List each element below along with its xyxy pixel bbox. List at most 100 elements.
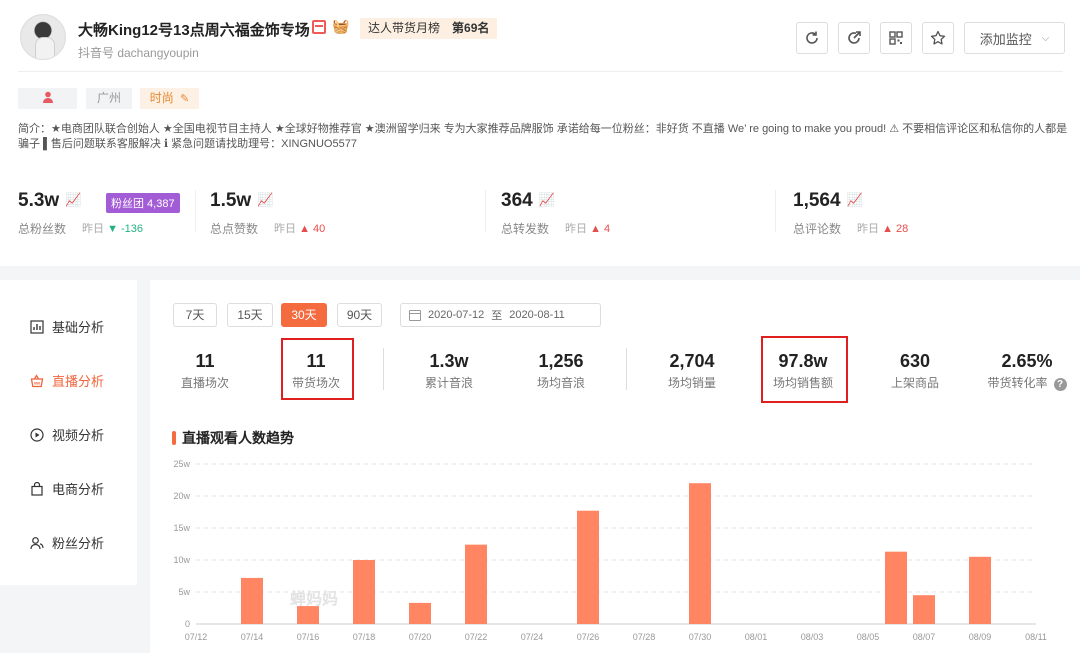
date-range-picker[interactable]: 2020-07-12 至 2020-08-11	[400, 303, 601, 327]
metric-value: 630	[899, 351, 931, 371]
chart-title-text: 直播观看人数趋势	[182, 430, 294, 446]
bar-chart-icon	[30, 319, 44, 334]
range-90d-button[interactable]: 90天	[337, 303, 382, 327]
metric-value: 11	[195, 351, 215, 371]
y-tick-label: 25w	[173, 459, 190, 469]
metric-label: 累计音浪	[424, 376, 473, 390]
live-analysis-panel: 7天 15天 30天 90天 2020-07-12 至 2020-08-11 1…	[150, 280, 1080, 653]
x-tick-label: 08/03	[801, 632, 824, 642]
x-tick-label: 08/09	[969, 632, 992, 642]
trend-chart-icon[interactable]: 📈	[539, 192, 555, 208]
metric-label: 场均音浪	[536, 376, 585, 390]
y-tick-label: 0	[185, 619, 190, 629]
header-divider	[18, 71, 1063, 72]
sidebar: 基础分析 直播分析 视频分析 电商分析 粉丝分析	[0, 280, 137, 585]
stat-yesterday: 昨日 ▲ 40	[274, 223, 326, 235]
refresh-button[interactable]	[796, 22, 828, 54]
store-icon[interactable]	[312, 20, 326, 34]
viewers-trend-chart: 0 5w 10w 15w 20w 25w 07/12 07/14 07/16 07/18 07/20…	[173, 459, 1046, 642]
calendar-icon	[409, 309, 421, 321]
stat-yesterday: 昨日 ▲ 4	[565, 223, 611, 235]
trend-chart-icon[interactable]: 📈	[847, 192, 863, 208]
stat-yesterday: 昨日 ▼ -136	[82, 223, 144, 235]
bar	[409, 602, 431, 624]
bar	[913, 595, 935, 624]
x-tick-label: 07/24	[521, 632, 544, 642]
x-tick-label: 07/12	[185, 632, 208, 642]
x-tick-label: 08/01	[745, 632, 768, 642]
date-start: 2020-07-12	[428, 309, 485, 321]
metric-label: 场均销量	[667, 376, 716, 390]
sidebar-item-label: 粉丝分析	[52, 536, 105, 551]
bar	[241, 577, 263, 624]
stat-value: 1.5w	[210, 190, 252, 211]
metric-avg-sales-volume: 2,704 场均销量	[653, 350, 731, 391]
watermark-logo: 蝉妈妈	[290, 591, 339, 608]
share-icon	[848, 31, 861, 44]
metric-value: 1,256	[538, 351, 584, 371]
shopping-basket-icon[interactable]: 🧺	[332, 18, 349, 35]
favorite-button[interactable]	[922, 22, 954, 54]
trend-chart-icon[interactable]: 📈	[257, 192, 273, 208]
range-7d-button[interactable]: 7天	[173, 303, 217, 327]
add-monitor-button[interactable]: 添加监控 ⌵	[964, 22, 1065, 54]
x-tick-label: 07/14	[241, 632, 264, 642]
stat-total-shares: 364 📈 总转发数 昨日 ▲ 4	[501, 190, 610, 236]
star-icon	[930, 30, 946, 45]
help-icon[interactable]: ?	[1053, 378, 1067, 391]
stat-divider	[775, 190, 776, 232]
bar	[969, 556, 991, 624]
sidebar-item-ecommerce[interactable]: 电商分析	[30, 479, 104, 498]
bio-text: 简介：★电商团队联合创始人 ★全国电视节目主持人 ★全球好物推荐官 ★澳洲留学归…	[18, 123, 1068, 150]
stat-value: 1,564	[793, 190, 841, 211]
x-tick-label: 07/22	[465, 632, 488, 642]
metric-label: 带货转化率?	[982, 374, 1072, 391]
category-tag[interactable]: 时尚 ✎	[140, 88, 199, 109]
metric-value: 2.65%	[1001, 351, 1053, 371]
share-button[interactable]	[838, 22, 870, 54]
qrcode-icon	[889, 31, 903, 45]
range-15d-button[interactable]: 15天	[227, 303, 273, 327]
stat-yesterday: 昨日 ▲ 28	[857, 223, 909, 235]
qrcode-button[interactable]	[880, 22, 912, 54]
stat-label: 总评论数	[793, 222, 842, 236]
metric-divider	[383, 348, 384, 390]
title-accent-bar	[172, 431, 176, 445]
y-tick-label: 20w	[173, 491, 190, 501]
stat-total-fans: 5.3w 📈 粉丝团 4,387 总粉丝数 昨日 ▼ -136	[18, 190, 180, 236]
rank-badge-label: 达人带货月榜	[368, 21, 441, 35]
sidebar-item-basic[interactable]: 基础分析	[30, 317, 104, 336]
stat-label: 总点赞数	[210, 222, 259, 236]
sidebar-item-label: 基础分析	[52, 320, 105, 335]
refresh-icon	[806, 31, 818, 44]
bar	[689, 483, 711, 624]
arrow-down-icon: ▼	[107, 223, 118, 235]
sidebar-item-video[interactable]: 视频分析	[30, 425, 104, 444]
users-icon	[30, 536, 44, 549]
y-tick-label: 5w	[178, 587, 190, 597]
stat-divider	[485, 190, 486, 232]
highlight-box	[281, 338, 354, 400]
shopping-bag-icon	[31, 481, 43, 496]
arrow-up-icon: ▲	[299, 223, 310, 235]
avatar[interactable]	[20, 14, 66, 60]
x-tick-label: 08/07	[913, 632, 936, 642]
rank-badge[interactable]: 达人带货月榜 第69名	[360, 18, 498, 39]
metric-avg-sound-waves: 1,256 场均音浪	[522, 350, 600, 391]
trend-chart-icon[interactable]: 📈	[65, 192, 81, 208]
x-tick-label: 07/18	[353, 632, 376, 642]
page-title: 大畅King12号13点周六福金饰专场	[78, 22, 310, 39]
sidebar-item-live[interactable]: 直播分析	[30, 371, 104, 390]
highlight-box	[761, 336, 848, 403]
sidebar-item-fans[interactable]: 粉丝分析	[30, 533, 104, 552]
fan-club-badge[interactable]: 粉丝团 4,387	[106, 193, 180, 213]
sidebar-item-label: 电商分析	[52, 482, 105, 497]
add-monitor-label: 添加监控	[979, 31, 1032, 47]
stat-divider	[195, 190, 196, 232]
profile-header: 大畅King12号13点周六福金饰专场 🧺 达人带货月榜 第69名 抖音号 dac…	[0, 0, 1080, 266]
x-tick-label: 07/20	[409, 632, 432, 642]
edit-icon[interactable]: ✎	[180, 93, 189, 105]
range-30d-button[interactable]: 30天	[281, 303, 327, 327]
date-end: 2020-08-11	[509, 309, 565, 321]
bar	[353, 560, 375, 624]
